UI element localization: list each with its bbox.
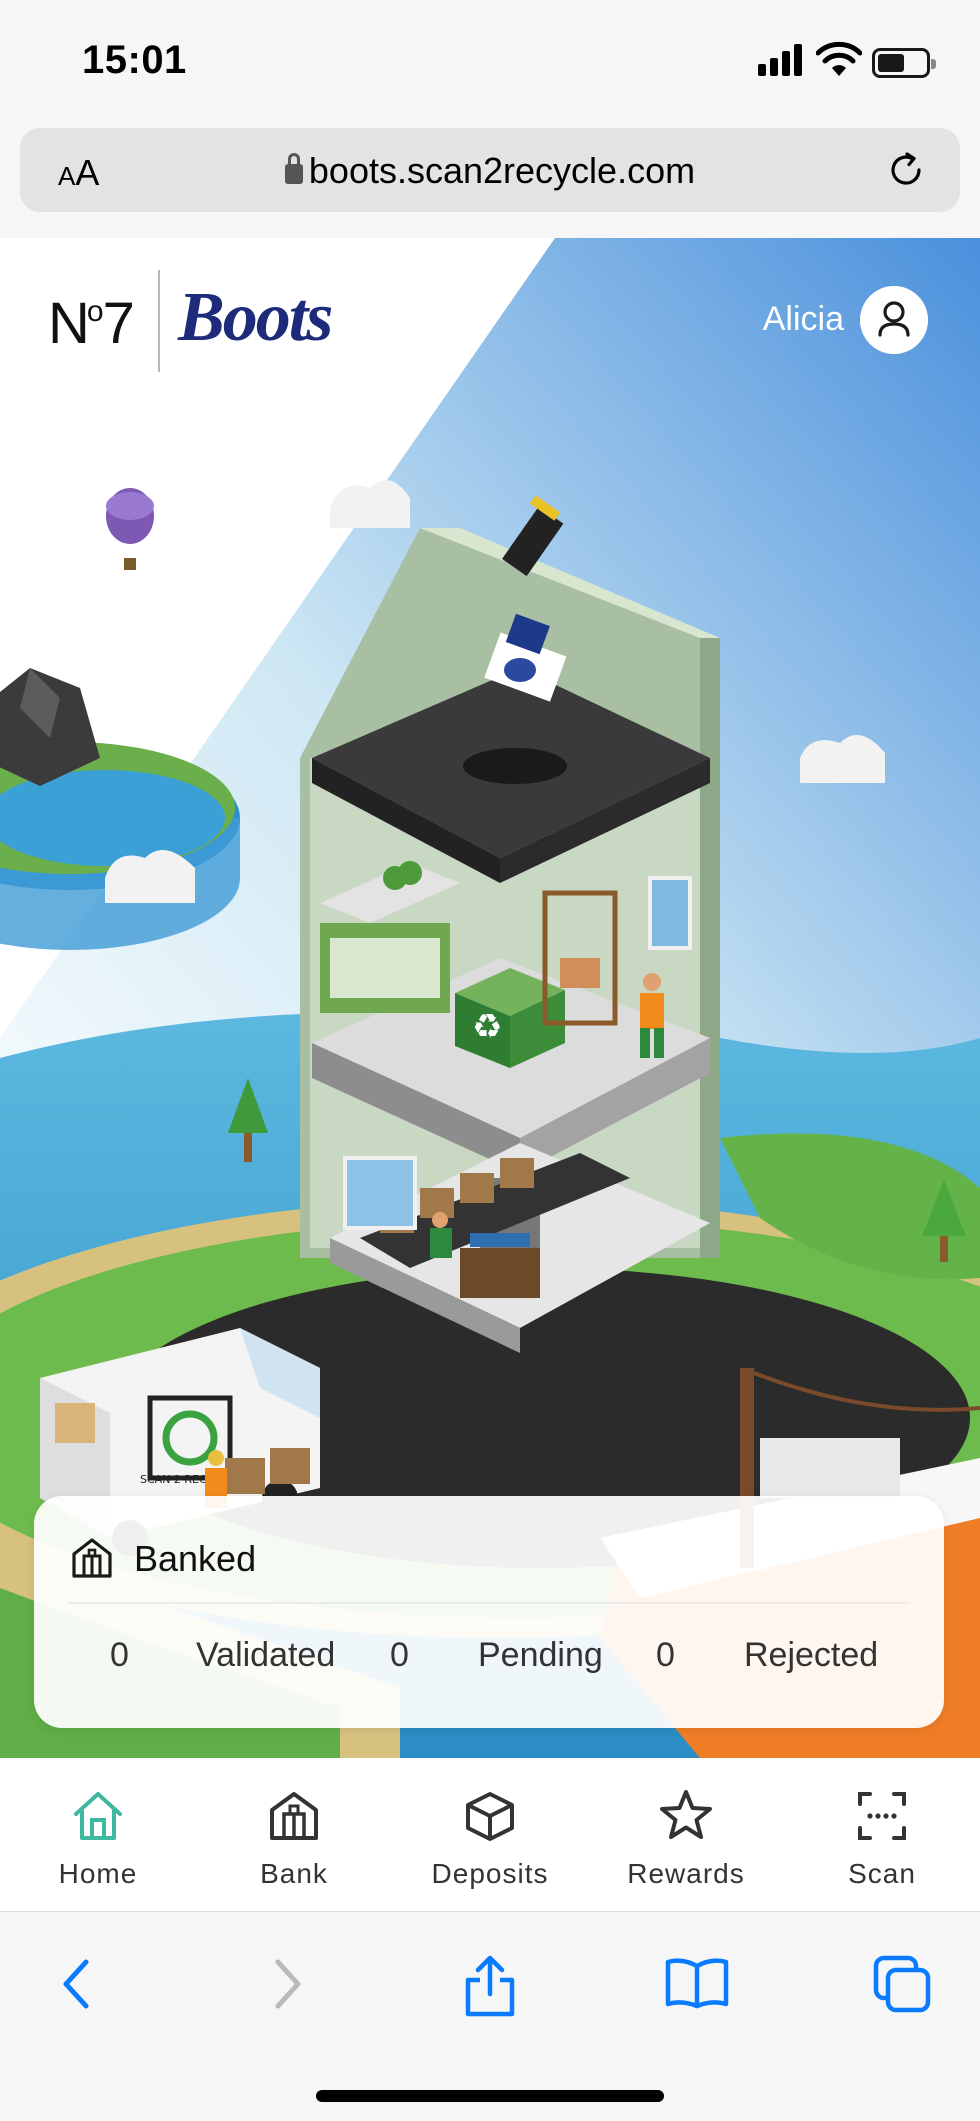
share-icon[interactable]	[462, 1954, 518, 2018]
tab-scan[interactable]: Scan	[784, 1758, 980, 1912]
back-icon[interactable]	[52, 1954, 102, 2014]
logo-divider	[158, 270, 160, 372]
boots-logo: Boots	[178, 279, 333, 356]
home-indicator	[316, 2090, 664, 2102]
tab-rewards[interactable]: Rewards	[588, 1758, 784, 1912]
battery-icon	[872, 48, 936, 78]
app-tab-bar: Home Bank Deposits Rewards Scan	[0, 1758, 980, 1912]
tab-bank[interactable]: Bank	[196, 1758, 392, 1912]
cellular-signal-icon	[758, 42, 802, 76]
no7-logo: No7	[48, 291, 135, 356]
card-divider	[68, 1602, 910, 1604]
address-bar[interactable]: AAAA boots.scan2recycle.com	[20, 128, 960, 212]
rejected-count: 0	[656, 1636, 675, 1674]
tab-deposits-label: Deposits	[431, 1858, 549, 1889]
url-text: boots.scan2recycle.com	[308, 150, 696, 191]
bank-building-icon	[72, 1538, 112, 1578]
bookmarks-icon[interactable]	[664, 1954, 730, 2010]
user-avatar-icon[interactable]	[860, 286, 928, 354]
user-name[interactable]: Alicia	[763, 300, 844, 339]
reload-icon[interactable]	[886, 150, 926, 190]
tab-deposits[interactable]: Deposits	[392, 1758, 588, 1912]
banked-summary-card[interactable]: Banked 0 Validated 0 Pending 0 Rejected	[34, 1496, 944, 1728]
tab-home[interactable]: Home	[0, 1758, 196, 1912]
status-bar: 15:01	[0, 0, 980, 120]
browser-toolbar	[0, 1912, 980, 2121]
app-screen: 15:01 AAAA boots.scan2recycle.com	[0, 0, 980, 2121]
pending-count: 0	[390, 1636, 409, 1674]
validated-label: Validated	[196, 1636, 336, 1674]
bank-icon	[270, 1792, 318, 1840]
lock-icon	[284, 153, 303, 184]
banked-stats: 0 Validated 0 Pending 0 Rejected	[34, 1636, 944, 1686]
tab-rewards-label: Rewards	[627, 1858, 745, 1889]
tab-home-label: Home	[58, 1858, 138, 1889]
rejected-label: Rejected	[744, 1636, 879, 1674]
tab-scan-label: Scan	[848, 1858, 916, 1889]
star-icon	[660, 1790, 712, 1839]
status-time: 15:01	[82, 38, 187, 82]
pending-label: Pending	[478, 1636, 603, 1674]
forward-icon[interactable]	[262, 1954, 312, 2014]
home-icon	[74, 1792, 122, 1840]
scan-icon	[858, 1792, 906, 1840]
svg-text:♻: ♻	[472, 1007, 502, 1047]
tab-bank-label: Bank	[260, 1858, 328, 1889]
box-icon	[466, 1792, 514, 1841]
tabs-icon[interactable]	[872, 1954, 932, 2014]
validated-count: 0	[110, 1636, 129, 1674]
wifi-icon	[816, 41, 862, 76]
banked-title: Banked	[134, 1538, 257, 1579]
